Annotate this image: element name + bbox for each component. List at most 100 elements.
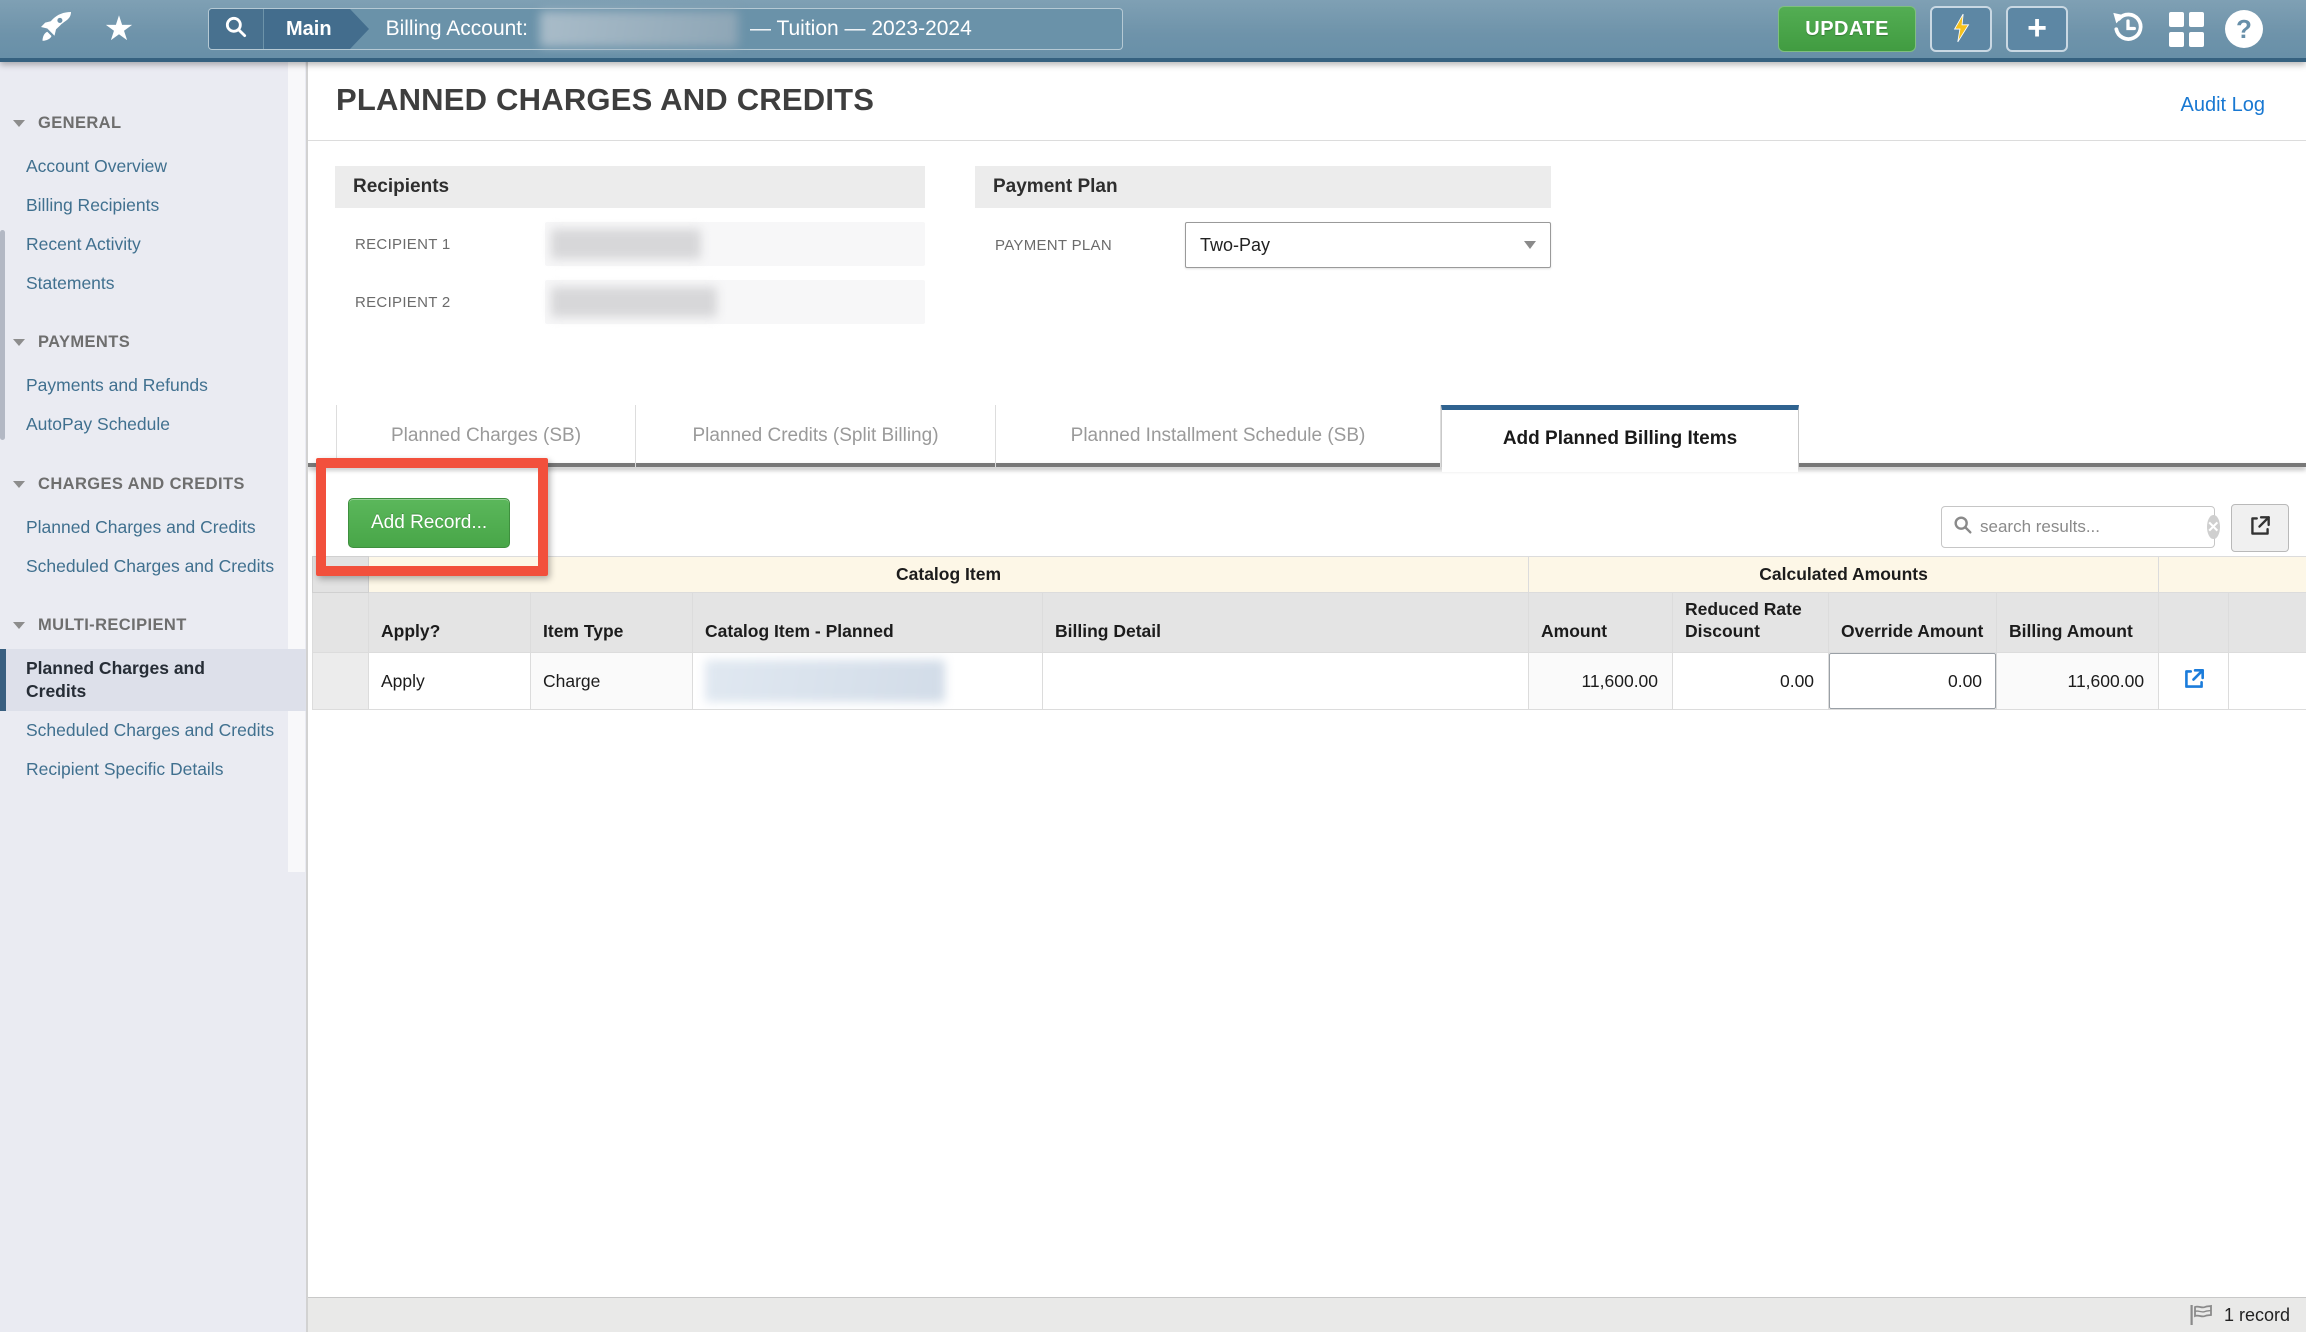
dropdown-caret-icon [1524, 241, 1536, 249]
recipient-2-label: RECIPIENT 2 [335, 294, 545, 311]
group-header-spacer [2159, 557, 2306, 593]
breadcrumb: Main Billing Account: — Tuition — 2023-2… [208, 8, 1123, 50]
search-input[interactable] [1974, 517, 2207, 537]
section-label: CHARGES AND CREDITS [38, 475, 245, 494]
column-header-billing-detail: Billing Detail [1043, 593, 1529, 653]
redacted-catalog-item [705, 660, 945, 702]
sidebar-section-general: GENERAL Account Overview Billing Recipie… [0, 114, 306, 303]
recipient-1-label: RECIPIENT 1 [335, 236, 545, 253]
favorites-button[interactable]: ★ [78, 7, 122, 51]
sidebar-section-payments: PAYMENTS Payments and Refunds AutoPay Sc… [0, 333, 306, 444]
breadcrumb-search-button[interactable] [209, 9, 264, 49]
history-icon [2110, 9, 2146, 50]
sidebar-section-multi-recipient: MULTI-RECIPIENT Planned Charges and Cred… [0, 616, 306, 789]
billing-account-suffix: — Tuition — 2023-2024 [750, 17, 972, 41]
row-selector-header [313, 557, 369, 593]
tab-row: Planned Charges (SB) Planned Credits (Sp… [336, 405, 1799, 467]
payment-plan-panel: Payment Plan PAYMENT PLAN Two-Pay [975, 166, 1551, 268]
payment-plan-select[interactable]: Two-Pay [1185, 222, 1551, 268]
breadcrumb-main-label: Main [286, 18, 332, 41]
filler-cell [2229, 653, 2306, 710]
open-in-new-window-button[interactable] [2231, 504, 2289, 552]
item-type-cell: Charge [531, 653, 693, 710]
override-amount-cell [1829, 653, 1997, 710]
column-header-amount: Amount [1529, 593, 1673, 653]
rocket-icon [38, 9, 74, 50]
tab-planned-charges-sb[interactable]: Planned Charges (SB) [336, 405, 636, 467]
billing-items-grid: Catalog Item Calculated Amounts Apply? I… [312, 556, 2306, 710]
update-button[interactable]: UPDATE [1778, 6, 1916, 52]
help-button[interactable]: ? [2222, 7, 2266, 51]
plus-icon: + [2027, 11, 2047, 45]
billing-detail-cell [1043, 653, 1529, 710]
billing-account-label: Billing Account: [386, 17, 528, 41]
chevron-down-icon [13, 339, 25, 346]
billing-amount-cell: 11,600.00 [1997, 653, 2159, 710]
search-icon [1942, 514, 1974, 541]
chevron-down-icon [13, 622, 25, 629]
redacted-account-name [540, 11, 738, 47]
external-link-icon [2247, 513, 2273, 544]
catalog-item-cell [693, 653, 1043, 710]
sidebar-item-scheduled-charges-credits[interactable]: Scheduled Charges and Credits [0, 547, 306, 586]
sidebar-section-general-header[interactable]: GENERAL [0, 114, 306, 133]
application-window: ★ Main Billing Account: — Tuition — 2023… [0, 0, 2306, 1332]
home-rocket-button[interactable] [34, 7, 78, 51]
column-header-override-amount: Override Amount [1829, 593, 1997, 653]
tab-planned-installment-schedule-sb[interactable]: Planned Installment Schedule (SB) [996, 405, 1441, 467]
recipient-2-row: RECIPIENT 2 [335, 280, 925, 324]
grid-group-header-row: Catalog Item Calculated Amounts [313, 557, 2306, 593]
open-record-link-icon[interactable] [2181, 666, 2207, 692]
sidebar-item-mr-planned-charges-credits[interactable]: Planned Charges and Credits [0, 649, 306, 711]
add-record-button[interactable]: Add Record... [348, 498, 510, 548]
apply-cell: Apply [369, 653, 531, 710]
sidebar-nav: GENERAL Account Overview Billing Recipie… [0, 62, 306, 789]
search-icon [223, 14, 249, 45]
tab-planned-credits-split-billing[interactable]: Planned Credits (Split Billing) [636, 405, 996, 467]
column-header-filler [2229, 593, 2306, 653]
flag-icon [2189, 1304, 2215, 1326]
column-header-item-type: Item Type [531, 593, 693, 653]
column-header-selector [313, 593, 369, 653]
audit-log-link[interactable]: Audit Log [2180, 94, 2265, 117]
recipient-2-value [545, 280, 925, 324]
history-button[interactable] [2106, 7, 2150, 51]
row-open-record-cell [2159, 653, 2229, 710]
row-selector-cell[interactable] [313, 653, 369, 710]
page-title: PLANNED CHARGES AND CREDITS [336, 82, 874, 118]
override-amount-input[interactable] [1829, 653, 1996, 709]
sidebar-item-mr-scheduled-charges-credits[interactable]: Scheduled Charges and Credits [0, 711, 306, 750]
quick-actions-button[interactable] [1930, 6, 1992, 52]
column-header-catalog-item-planned: Catalog Item - Planned [693, 593, 1043, 653]
apps-menu-button[interactable] [2164, 7, 2208, 51]
redacted-recipient-1-name [551, 229, 701, 259]
topbar-actions: UPDATE + [1778, 0, 2266, 58]
tab-add-planned-billing-items[interactable]: Add Planned Billing Items [1441, 405, 1799, 467]
status-bar: 1 record [308, 1297, 2306, 1332]
sidebar-section-multi-recipient-header[interactable]: MULTI-RECIPIENT [0, 616, 306, 635]
grid-icon [2169, 12, 2204, 47]
add-new-button[interactable]: + [2006, 6, 2068, 52]
sidebar-item-autopay-schedule[interactable]: AutoPay Schedule [0, 405, 306, 444]
sidebar-item-planned-charges-credits[interactable]: Planned Charges and Credits [0, 508, 306, 547]
sidebar-section-payments-header[interactable]: PAYMENTS [0, 333, 306, 352]
sidebar-section-charges-credits-header[interactable]: CHARGES AND CREDITS [0, 475, 306, 494]
sidebar-item-account-overview[interactable]: Account Overview [0, 147, 306, 186]
payment-plan-label: PAYMENT PLAN [975, 237, 1185, 254]
sidebar-item-recipient-specific-details[interactable]: Recipient Specific Details [0, 750, 306, 789]
clear-search-icon[interactable]: ✕ [2207, 515, 2220, 539]
redacted-recipient-2-name [551, 287, 717, 317]
help-icon: ? [2225, 10, 2263, 48]
record-count: 1 record [2224, 1305, 2290, 1326]
sidebar-item-recent-activity[interactable]: Recent Activity [0, 225, 306, 264]
sidebar-item-payments-and-refunds[interactable]: Payments and Refunds [0, 366, 306, 405]
search-results-box: ✕ [1941, 506, 2215, 548]
column-header-apply: Apply? [369, 593, 531, 653]
group-header-catalog-item: Catalog Item [369, 557, 1529, 593]
sidebar-item-billing-recipients[interactable]: Billing Recipients [0, 186, 306, 225]
tab-strip: Planned Charges (SB) Planned Credits (Sp… [308, 405, 2306, 467]
sidebar-item-statements[interactable]: Statements [0, 264, 306, 303]
breadcrumb-main[interactable]: Main [264, 9, 350, 49]
sidebar: GENERAL Account Overview Billing Recipie… [0, 62, 306, 1332]
column-header-reduced-rate-discount: Reduced Rate Discount [1673, 593, 1829, 653]
